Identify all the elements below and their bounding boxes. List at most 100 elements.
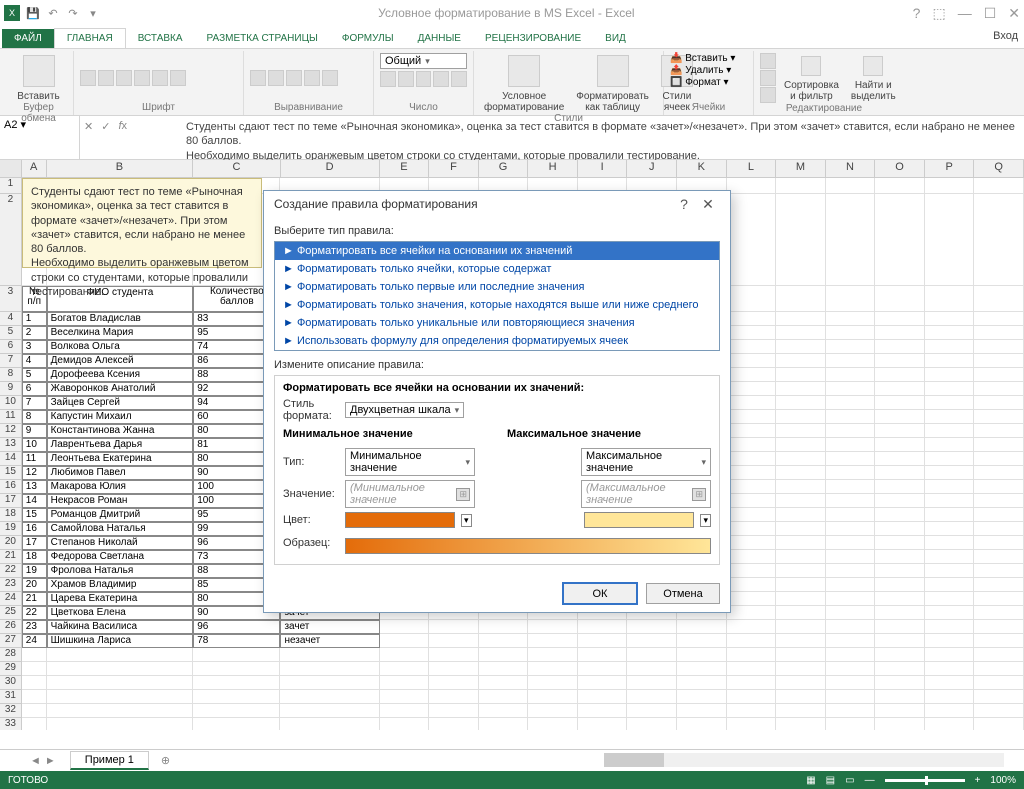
cell[interactable]: Веселкина Мария — [47, 326, 194, 340]
cell[interactable] — [528, 718, 578, 730]
cell[interactable]: Волкова Ольга — [47, 340, 194, 354]
cell[interactable] — [776, 676, 826, 690]
cell[interactable]: Жаворонков Анатолий — [47, 382, 194, 396]
cell[interactable] — [925, 194, 975, 286]
zoom-in-icon[interactable]: + — [975, 775, 981, 786]
cell[interactable] — [974, 648, 1024, 662]
cell[interactable] — [875, 466, 925, 480]
cell[interactable]: 7 — [22, 396, 47, 410]
ok-button[interactable]: ОК — [563, 583, 637, 604]
cell[interactable] — [974, 452, 1024, 466]
cell[interactable] — [776, 662, 826, 676]
cell[interactable] — [479, 690, 529, 704]
conditional-formatting-button[interactable]: Условное форматирование — [480, 53, 568, 113]
min-color-combo[interactable] — [345, 512, 455, 528]
cell[interactable] — [22, 676, 47, 690]
cell[interactable] — [776, 194, 826, 286]
cell[interactable] — [826, 648, 876, 662]
cell[interactable] — [875, 340, 925, 354]
cell[interactable] — [776, 312, 826, 326]
cell[interactable] — [925, 536, 975, 550]
border-icon[interactable] — [134, 70, 150, 86]
row-header[interactable]: 21 — [0, 550, 22, 564]
cell[interactable] — [776, 424, 826, 438]
cell[interactable] — [826, 396, 876, 410]
cell[interactable] — [974, 396, 1024, 410]
cell[interactable] — [875, 396, 925, 410]
cell[interactable] — [826, 466, 876, 480]
cell[interactable] — [974, 178, 1024, 194]
cell[interactable] — [727, 690, 777, 704]
cell[interactable] — [974, 522, 1024, 536]
cell[interactable] — [727, 340, 777, 354]
col-header[interactable]: F — [429, 160, 479, 177]
cell[interactable] — [925, 508, 975, 522]
cell[interactable] — [727, 704, 777, 718]
row-header[interactable]: 10 — [0, 396, 22, 410]
cell[interactable]: 78 — [193, 634, 280, 648]
cell[interactable] — [875, 438, 925, 452]
format-as-table-button[interactable]: Форматировать как таблицу — [572, 53, 653, 113]
cell[interactable] — [727, 452, 777, 466]
cell[interactable] — [776, 704, 826, 718]
cell[interactable] — [826, 522, 876, 536]
cell[interactable] — [776, 634, 826, 648]
cell[interactable] — [22, 690, 47, 704]
cell[interactable] — [875, 194, 925, 286]
zoom-slider[interactable] — [885, 779, 965, 782]
dialog-help-icon[interactable]: ? — [672, 196, 696, 212]
add-sheet-icon[interactable]: ⊕ — [153, 754, 178, 767]
scrollbar-thumb[interactable] — [604, 753, 664, 767]
select-all-corner[interactable] — [0, 160, 22, 177]
cell[interactable] — [974, 480, 1024, 494]
autosum-icon[interactable] — [760, 53, 776, 69]
row-header[interactable]: 16 — [0, 480, 22, 494]
row-header[interactable]: 3 — [0, 286, 22, 312]
cell[interactable] — [974, 606, 1024, 620]
row-header[interactable]: 25 — [0, 606, 22, 620]
cell[interactable] — [727, 606, 777, 620]
cell[interactable] — [875, 578, 925, 592]
cell[interactable] — [727, 620, 777, 634]
cell[interactable]: 18 — [22, 550, 47, 564]
cell[interactable] — [925, 564, 975, 578]
cell[interactable] — [429, 634, 479, 648]
cell[interactable] — [925, 662, 975, 676]
row-header[interactable]: 2 — [0, 194, 22, 286]
cell[interactable] — [925, 480, 975, 494]
cell[interactable] — [826, 676, 876, 690]
cell[interactable]: 16 — [22, 522, 47, 536]
cell[interactable] — [826, 508, 876, 522]
cell[interactable] — [974, 410, 1024, 424]
cell[interactable] — [727, 354, 777, 368]
cell[interactable] — [776, 508, 826, 522]
cell[interactable] — [776, 606, 826, 620]
cell[interactable] — [875, 550, 925, 564]
col-header[interactable]: K — [677, 160, 727, 177]
col-header[interactable]: J — [627, 160, 677, 177]
cell[interactable] — [974, 690, 1024, 704]
redo-icon[interactable]: ↷ — [66, 6, 80, 20]
cell[interactable] — [727, 662, 777, 676]
col-header[interactable]: E — [380, 160, 430, 177]
cell[interactable] — [826, 550, 876, 564]
cell[interactable] — [875, 410, 925, 424]
cell[interactable] — [826, 620, 876, 634]
cell[interactable] — [776, 564, 826, 578]
cell[interactable] — [826, 178, 876, 194]
cell[interactable] — [826, 368, 876, 382]
row-header[interactable]: 24 — [0, 592, 22, 606]
row-header[interactable]: 30 — [0, 676, 22, 690]
cell[interactable]: 11 — [22, 452, 47, 466]
cell[interactable]: 22 — [22, 606, 47, 620]
name-box[interactable]: A2 ▾ — [0, 116, 80, 159]
cell[interactable] — [627, 620, 677, 634]
view-normal-icon[interactable]: ▦ — [806, 775, 815, 786]
cell[interactable] — [727, 410, 777, 424]
horizontal-scrollbar[interactable] — [604, 753, 1004, 767]
range-picker-icon[interactable]: ⊞ — [692, 488, 706, 501]
cell[interactable] — [974, 354, 1024, 368]
cell[interactable] — [776, 286, 826, 312]
row-header[interactable]: 17 — [0, 494, 22, 508]
sheet-nav-next-icon[interactable]: ► — [45, 755, 56, 767]
